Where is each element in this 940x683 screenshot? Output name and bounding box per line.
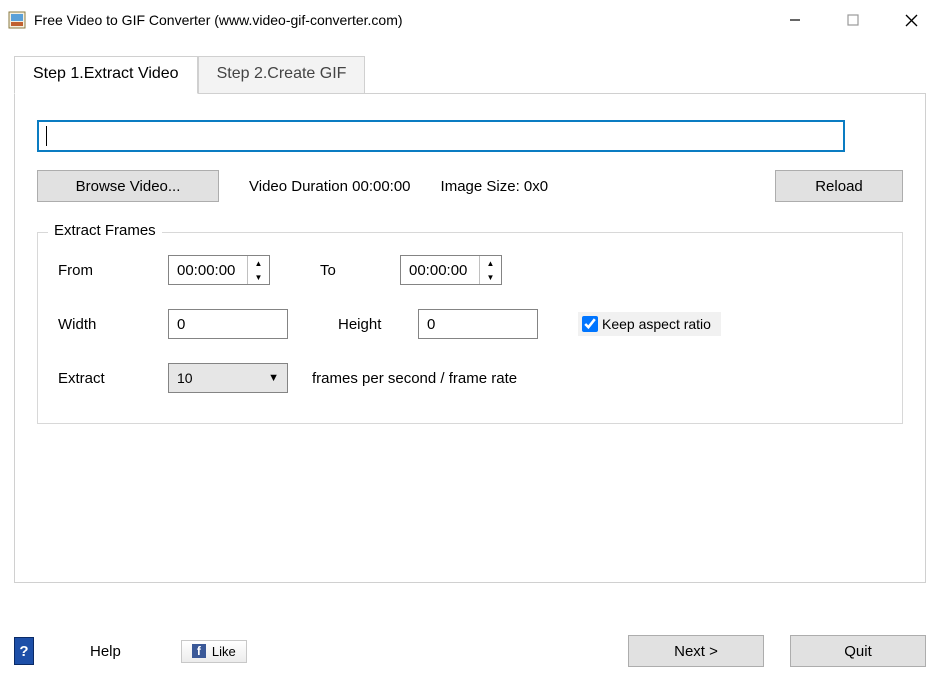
tab-step2[interactable]: Step 2.Create GIF bbox=[198, 56, 366, 93]
tab-bar: Step 1.Extract Video Step 2.Create GIF bbox=[14, 56, 926, 93]
to-time-input[interactable] bbox=[401, 256, 479, 284]
keep-aspect-label: Keep aspect ratio bbox=[602, 316, 711, 332]
video-path-input[interactable] bbox=[37, 120, 845, 152]
from-spin-up-icon[interactable]: ▲ bbox=[248, 256, 269, 270]
video-duration-value: 00:00:00 bbox=[352, 178, 410, 195]
info-row: Browse Video... Video Duration 00:00:00 … bbox=[37, 170, 903, 202]
client-area: Step 1.Extract Video Step 2.Create GIF B… bbox=[14, 56, 926, 583]
height-input[interactable] bbox=[418, 309, 538, 339]
to-spin-down-icon[interactable]: ▼ bbox=[480, 270, 501, 284]
video-duration: Video Duration 00:00:00 bbox=[249, 178, 411, 195]
next-button[interactable]: Next > bbox=[628, 635, 764, 667]
video-duration-label: Video Duration bbox=[249, 178, 348, 195]
minimize-button[interactable] bbox=[766, 0, 824, 40]
tab-step1[interactable]: Step 1.Extract Video bbox=[14, 56, 198, 94]
to-label: To bbox=[320, 262, 400, 279]
facebook-icon: f bbox=[192, 644, 206, 658]
help-link[interactable]: Help bbox=[90, 643, 121, 660]
from-time-input[interactable] bbox=[169, 256, 247, 284]
fps-select[interactable]: 10 ▼ bbox=[168, 363, 288, 393]
extract-frames-group: Extract Frames From ▲ ▼ To ▲ ▼ bbox=[37, 232, 903, 424]
reload-button[interactable]: Reload bbox=[775, 170, 903, 202]
panel-step1: Browse Video... Video Duration 00:00:00 … bbox=[14, 93, 926, 583]
app-icon bbox=[8, 11, 26, 29]
extract-label: Extract bbox=[58, 370, 168, 387]
like-button[interactable]: f Like bbox=[181, 640, 247, 663]
titlebar: Free Video to GIF Converter (www.video-g… bbox=[0, 0, 940, 40]
from-spin-down-icon[interactable]: ▼ bbox=[248, 270, 269, 284]
to-spin-up-icon[interactable]: ▲ bbox=[480, 256, 501, 270]
help-icon[interactable]: ? bbox=[14, 637, 34, 665]
window-title: Free Video to GIF Converter (www.video-g… bbox=[34, 12, 403, 28]
from-time-spinner[interactable]: ▲ ▼ bbox=[168, 255, 270, 285]
from-label: From bbox=[58, 262, 168, 279]
extract-frames-legend: Extract Frames bbox=[48, 222, 162, 239]
chevron-down-icon: ▼ bbox=[268, 372, 279, 384]
width-label: Width bbox=[58, 316, 168, 333]
fps-suffix-label: frames per second / frame rate bbox=[312, 370, 517, 387]
maximize-button[interactable] bbox=[824, 0, 882, 40]
like-label: Like bbox=[212, 644, 236, 659]
fps-value: 10 bbox=[177, 370, 193, 386]
width-input[interactable] bbox=[168, 309, 288, 339]
image-size: Image Size: 0x0 bbox=[441, 178, 549, 195]
close-button[interactable] bbox=[882, 0, 940, 40]
image-size-label: Image Size: bbox=[441, 178, 520, 195]
image-size-value: 0x0 bbox=[524, 178, 548, 195]
to-time-spinner[interactable]: ▲ ▼ bbox=[400, 255, 502, 285]
footer: ? Help f Like Next > Quit bbox=[14, 635, 926, 667]
path-row bbox=[37, 120, 845, 152]
keep-aspect-input[interactable] bbox=[582, 316, 598, 332]
height-label: Height bbox=[338, 316, 418, 333]
browse-video-button[interactable]: Browse Video... bbox=[37, 170, 219, 202]
quit-button[interactable]: Quit bbox=[790, 635, 926, 667]
keep-aspect-checkbox[interactable]: Keep aspect ratio bbox=[578, 312, 721, 336]
